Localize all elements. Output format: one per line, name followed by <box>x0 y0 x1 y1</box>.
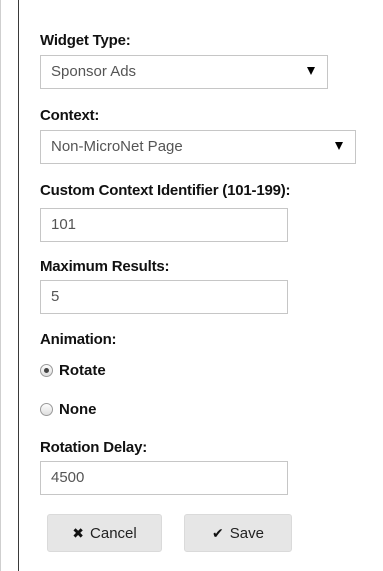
rotation-delay-value: 4500 <box>51 469 85 486</box>
custom-context-label: Custom Context Identifier (101-199): <box>40 182 291 199</box>
maximum-results-input[interactable]: 5 <box>40 280 288 314</box>
animation-option-rotate[interactable]: Rotate <box>40 360 106 380</box>
radio-label-none: None <box>59 400 97 418</box>
maximum-results-value: 5 <box>51 288 60 305</box>
radio-button-rotate[interactable] <box>40 363 53 377</box>
radio-button-none[interactable] <box>40 402 53 416</box>
cancel-button-label: Cancel <box>90 524 137 542</box>
rotation-delay-input[interactable]: 4500 <box>40 461 288 495</box>
save-button-label: Save <box>229 524 264 542</box>
cancel-button[interactable]: ✖ Cancel <box>47 514 162 552</box>
context-select[interactable]: Non-MicroNet Page <box>40 130 356 164</box>
radio-label-rotate: Rotate <box>59 361 106 379</box>
page-edge-rule <box>0 0 1 571</box>
widget-type-value: Sponsor Ads <box>51 63 137 80</box>
times-icon: ✖ <box>72 524 85 541</box>
checkmark-icon: ✔ <box>212 524 224 541</box>
custom-context-value: 101 <box>51 216 77 233</box>
chevron-down-icon <box>307 67 315 75</box>
animation-label: Animation: <box>40 331 117 348</box>
context-label: Context: <box>40 107 100 124</box>
widget-type-label: Widget Type: <box>40 32 131 49</box>
context-value: Non-MicroNet Page <box>51 138 183 155</box>
maximum-results-label: Maximum Results: <box>40 258 170 275</box>
chevron-down-icon <box>335 142 343 150</box>
widget-type-select[interactable]: Sponsor Ads <box>40 55 328 89</box>
custom-context-input[interactable]: 101 <box>40 208 288 242</box>
rotation-delay-label: Rotation Delay: <box>40 439 148 456</box>
animation-option-none[interactable]: None <box>40 399 97 419</box>
save-button[interactable]: ✔ Save <box>184 514 292 552</box>
